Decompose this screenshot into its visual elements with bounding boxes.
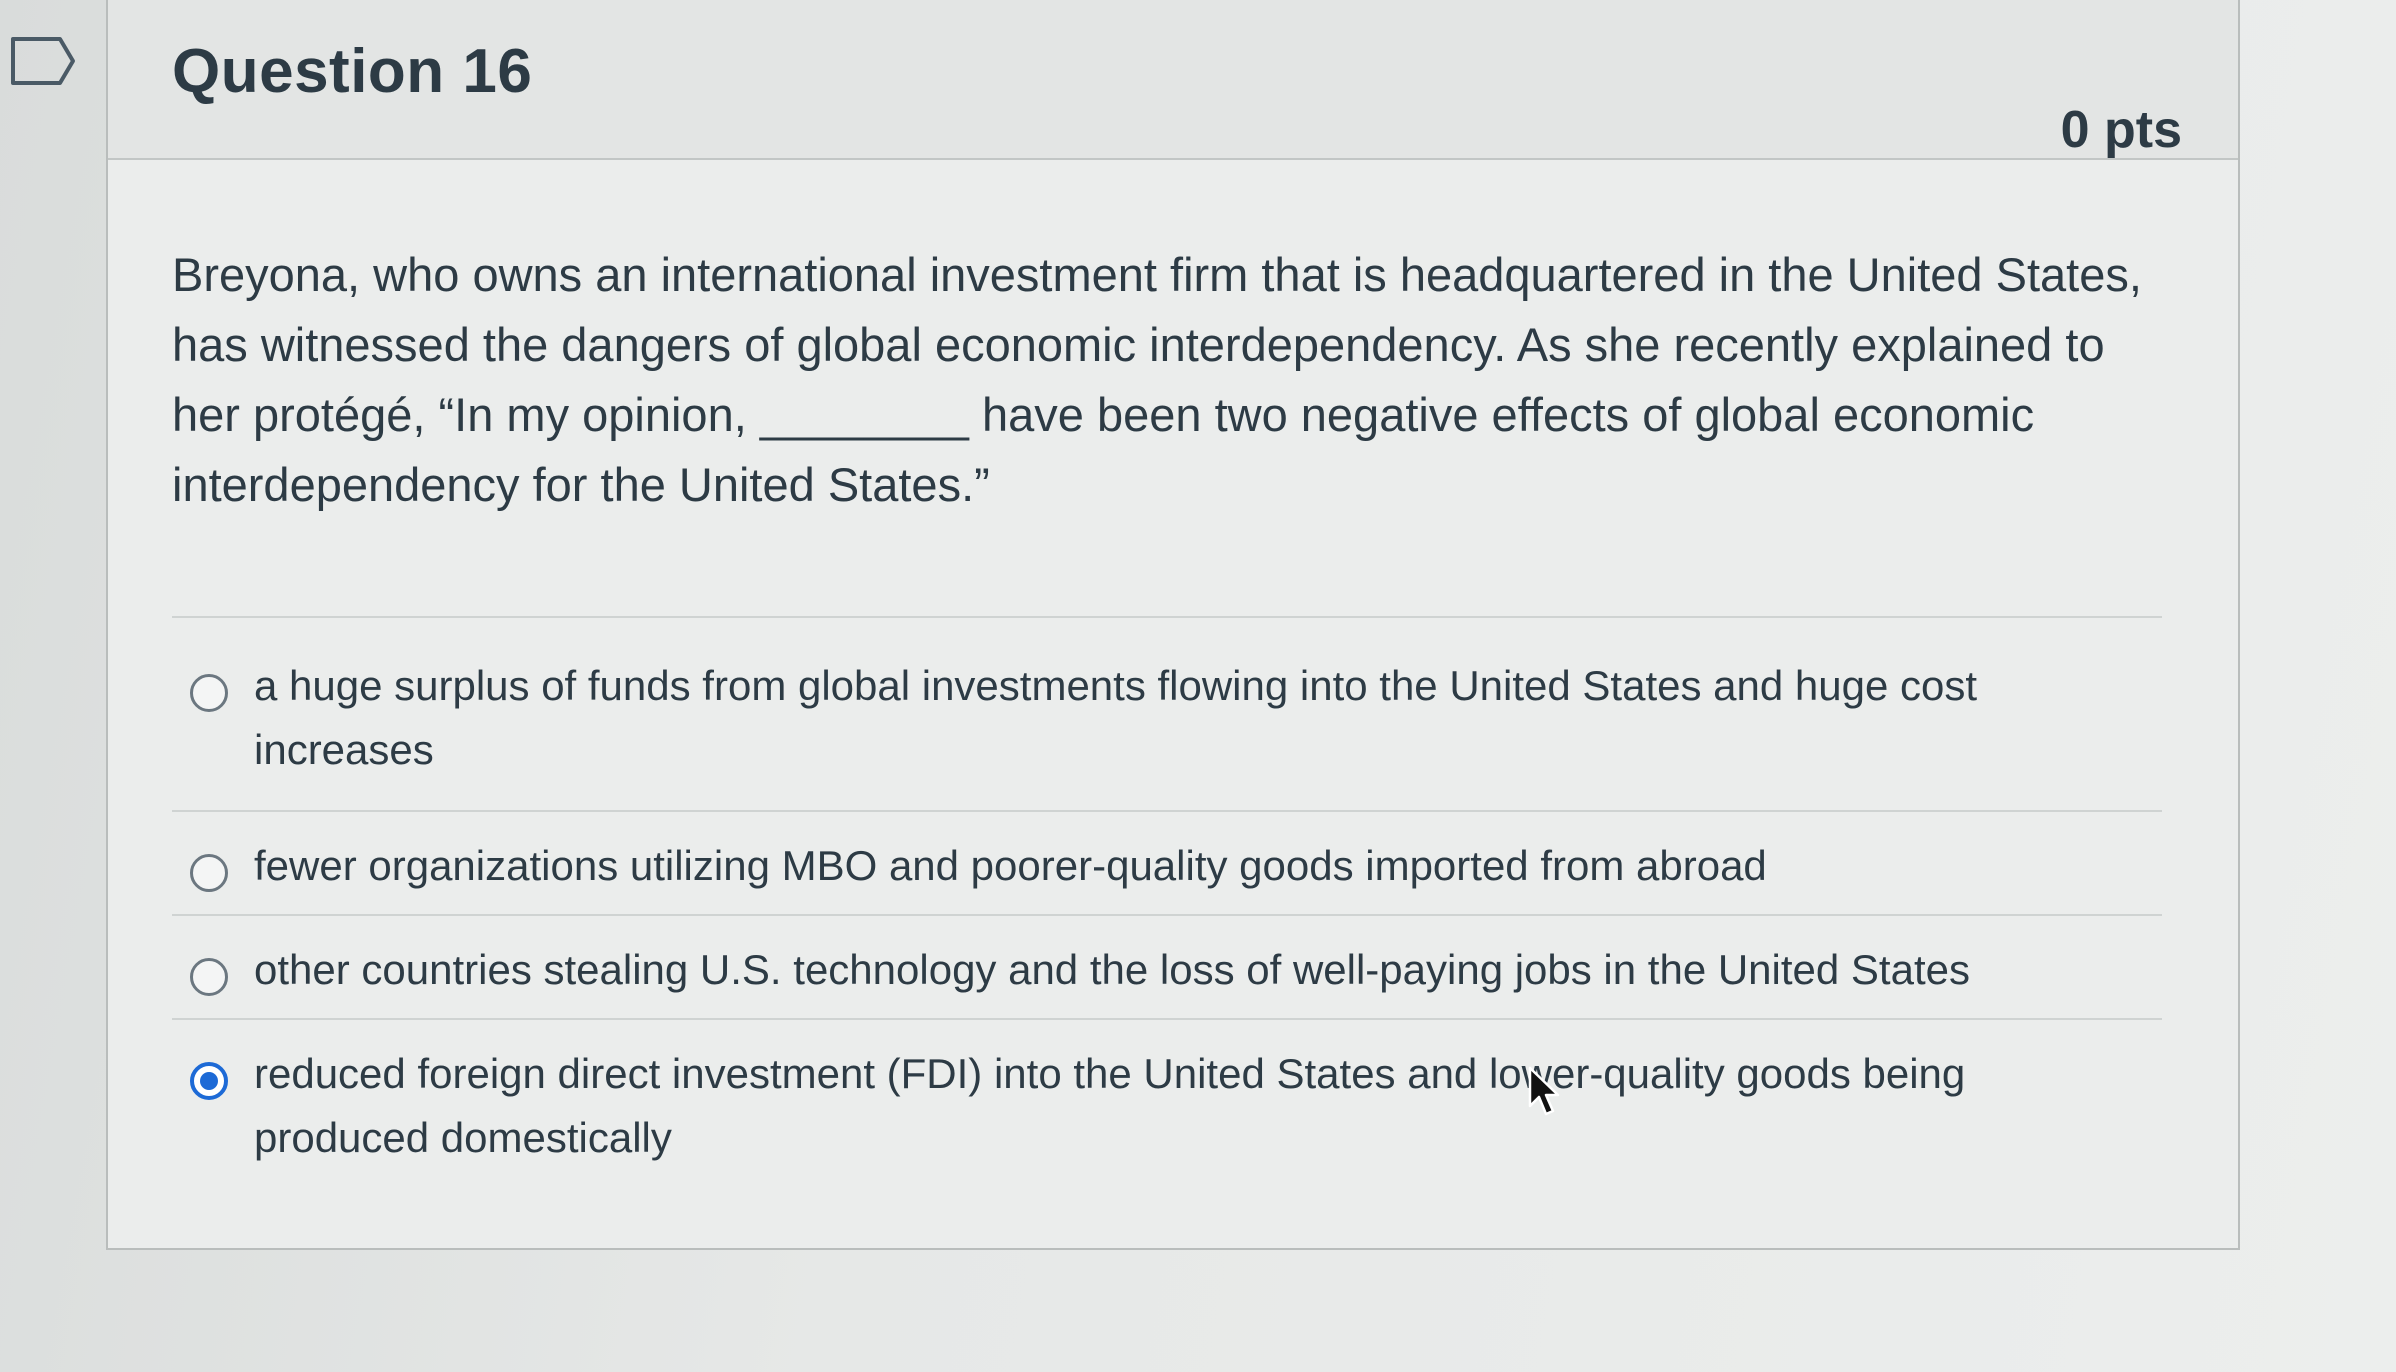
question-header: Question 16 0 pts bbox=[108, 0, 2238, 160]
question-text: Breyona, who owns an international inves… bbox=[172, 248, 2142, 511]
answer-label-1[interactable]: a huge surplus of funds from global inve… bbox=[254, 654, 2054, 782]
divider bbox=[172, 616, 2162, 618]
answer-option-2[interactable]: fewer organizations utilizing MBO and po… bbox=[172, 810, 2162, 914]
answer-option-3[interactable]: other countries stealing U.S. technology… bbox=[172, 914, 2162, 1018]
radio-button-4-selected[interactable] bbox=[190, 1062, 228, 1100]
radio-button-3[interactable] bbox=[190, 958, 228, 996]
answer-label-4[interactable]: reduced foreign direct investment (FDI) … bbox=[254, 1042, 2054, 1170]
answer-label-2[interactable]: fewer organizations utilizing MBO and po… bbox=[254, 834, 2054, 898]
quiz-page: Question 16 0 pts Breyona, who owns an i… bbox=[0, 0, 2396, 1372]
question-points: 0 pts bbox=[2060, 101, 2182, 159]
radio-button-2[interactable] bbox=[190, 854, 228, 892]
question-title: Question 16 bbox=[172, 37, 533, 106]
mouse-pointer-icon bbox=[1528, 1066, 1560, 1116]
flag-question-icon[interactable] bbox=[10, 36, 76, 86]
question-card: Question 16 0 pts Breyona, who owns an i… bbox=[106, 0, 2240, 1250]
answer-label-3[interactable]: other countries stealing U.S. technology… bbox=[254, 938, 2054, 1002]
answer-option-1[interactable]: a huge surplus of funds from global inve… bbox=[172, 640, 2162, 810]
answer-option-4[interactable]: reduced foreign direct investment (FDI) … bbox=[172, 1018, 2162, 1168]
answer-list: a huge surplus of funds from global inve… bbox=[172, 640, 2162, 1168]
radio-button-1[interactable] bbox=[190, 674, 228, 712]
